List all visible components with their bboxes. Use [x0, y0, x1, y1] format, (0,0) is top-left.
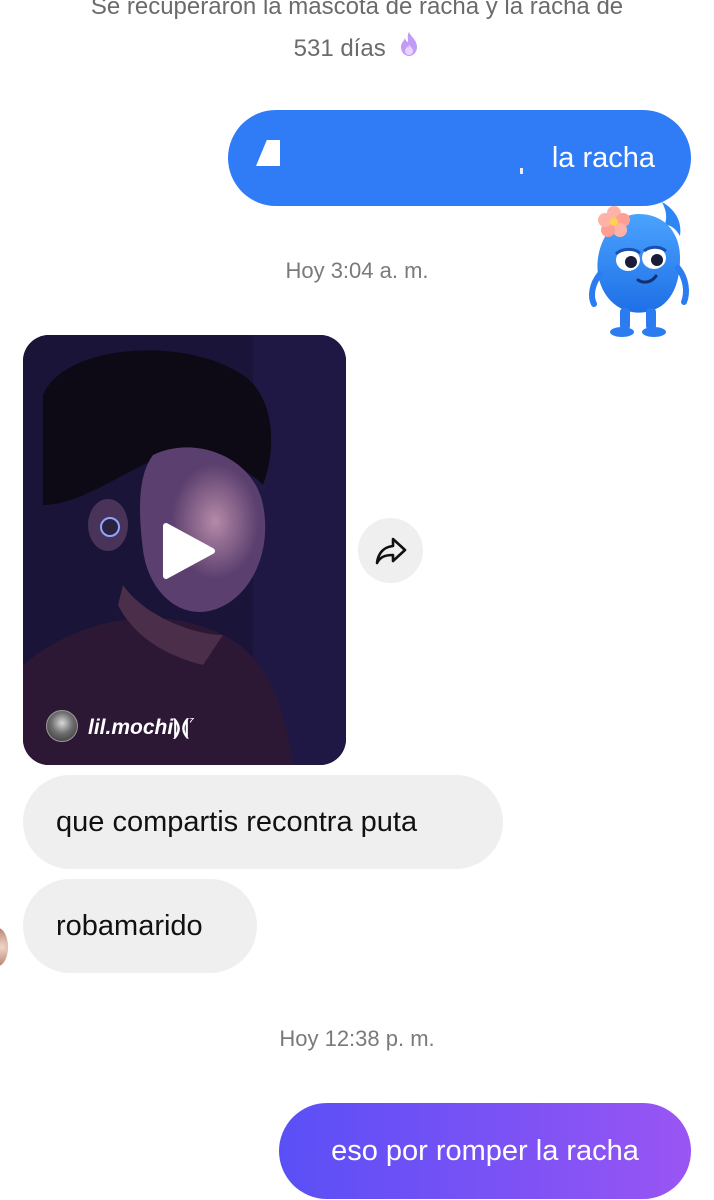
incoming-message-bubble[interactable]: que compartis recontra puta — [23, 775, 503, 869]
outgoing-message-text: eso por romper la racha — [331, 1134, 639, 1167]
chat-thread: Se recuperaron la mascota de racha y la … — [0, 0, 714, 1200]
incoming-message-bubble[interactable]: robamarido — [23, 879, 257, 973]
outgoing-message-bubble[interactable]: la racha — [228, 110, 691, 206]
timestamp: Hoy 3:04 a. m. — [285, 258, 429, 283]
streak-note-days: 531 días — [293, 35, 386, 62]
author-avatar — [46, 710, 78, 742]
redacted-mark — [256, 140, 280, 166]
video-author: lil.mochi⟭⟬⁷ — [46, 710, 194, 742]
outgoing-message-bubble[interactable]: eso por romper la racha — [279, 1103, 691, 1199]
video-author-name: lil.mochi⟭⟬⁷ — [88, 712, 195, 739]
streak-note-line2: 531 días — [0, 28, 714, 71]
incoming-message-text: robamarido — [56, 909, 203, 942]
flame-icon — [398, 29, 420, 71]
sender-avatar[interactable] — [0, 928, 8, 966]
share-button[interactable] — [358, 518, 423, 583]
streak-restored-note: Se recuperaron la mascota de racha y la … — [0, 0, 714, 71]
timestamp: Hoy 12:38 p. m. — [279, 1026, 435, 1051]
play-icon[interactable] — [160, 522, 216, 580]
redacted-tick — [520, 168, 523, 174]
share-arrow-icon — [375, 537, 406, 564]
incoming-message-text: que compartis recontra puta — [56, 805, 418, 838]
outgoing-message-text: la racha — [551, 141, 655, 174]
streak-note-line1: Se recuperaron la mascota de racha y la … — [90, 0, 624, 20]
